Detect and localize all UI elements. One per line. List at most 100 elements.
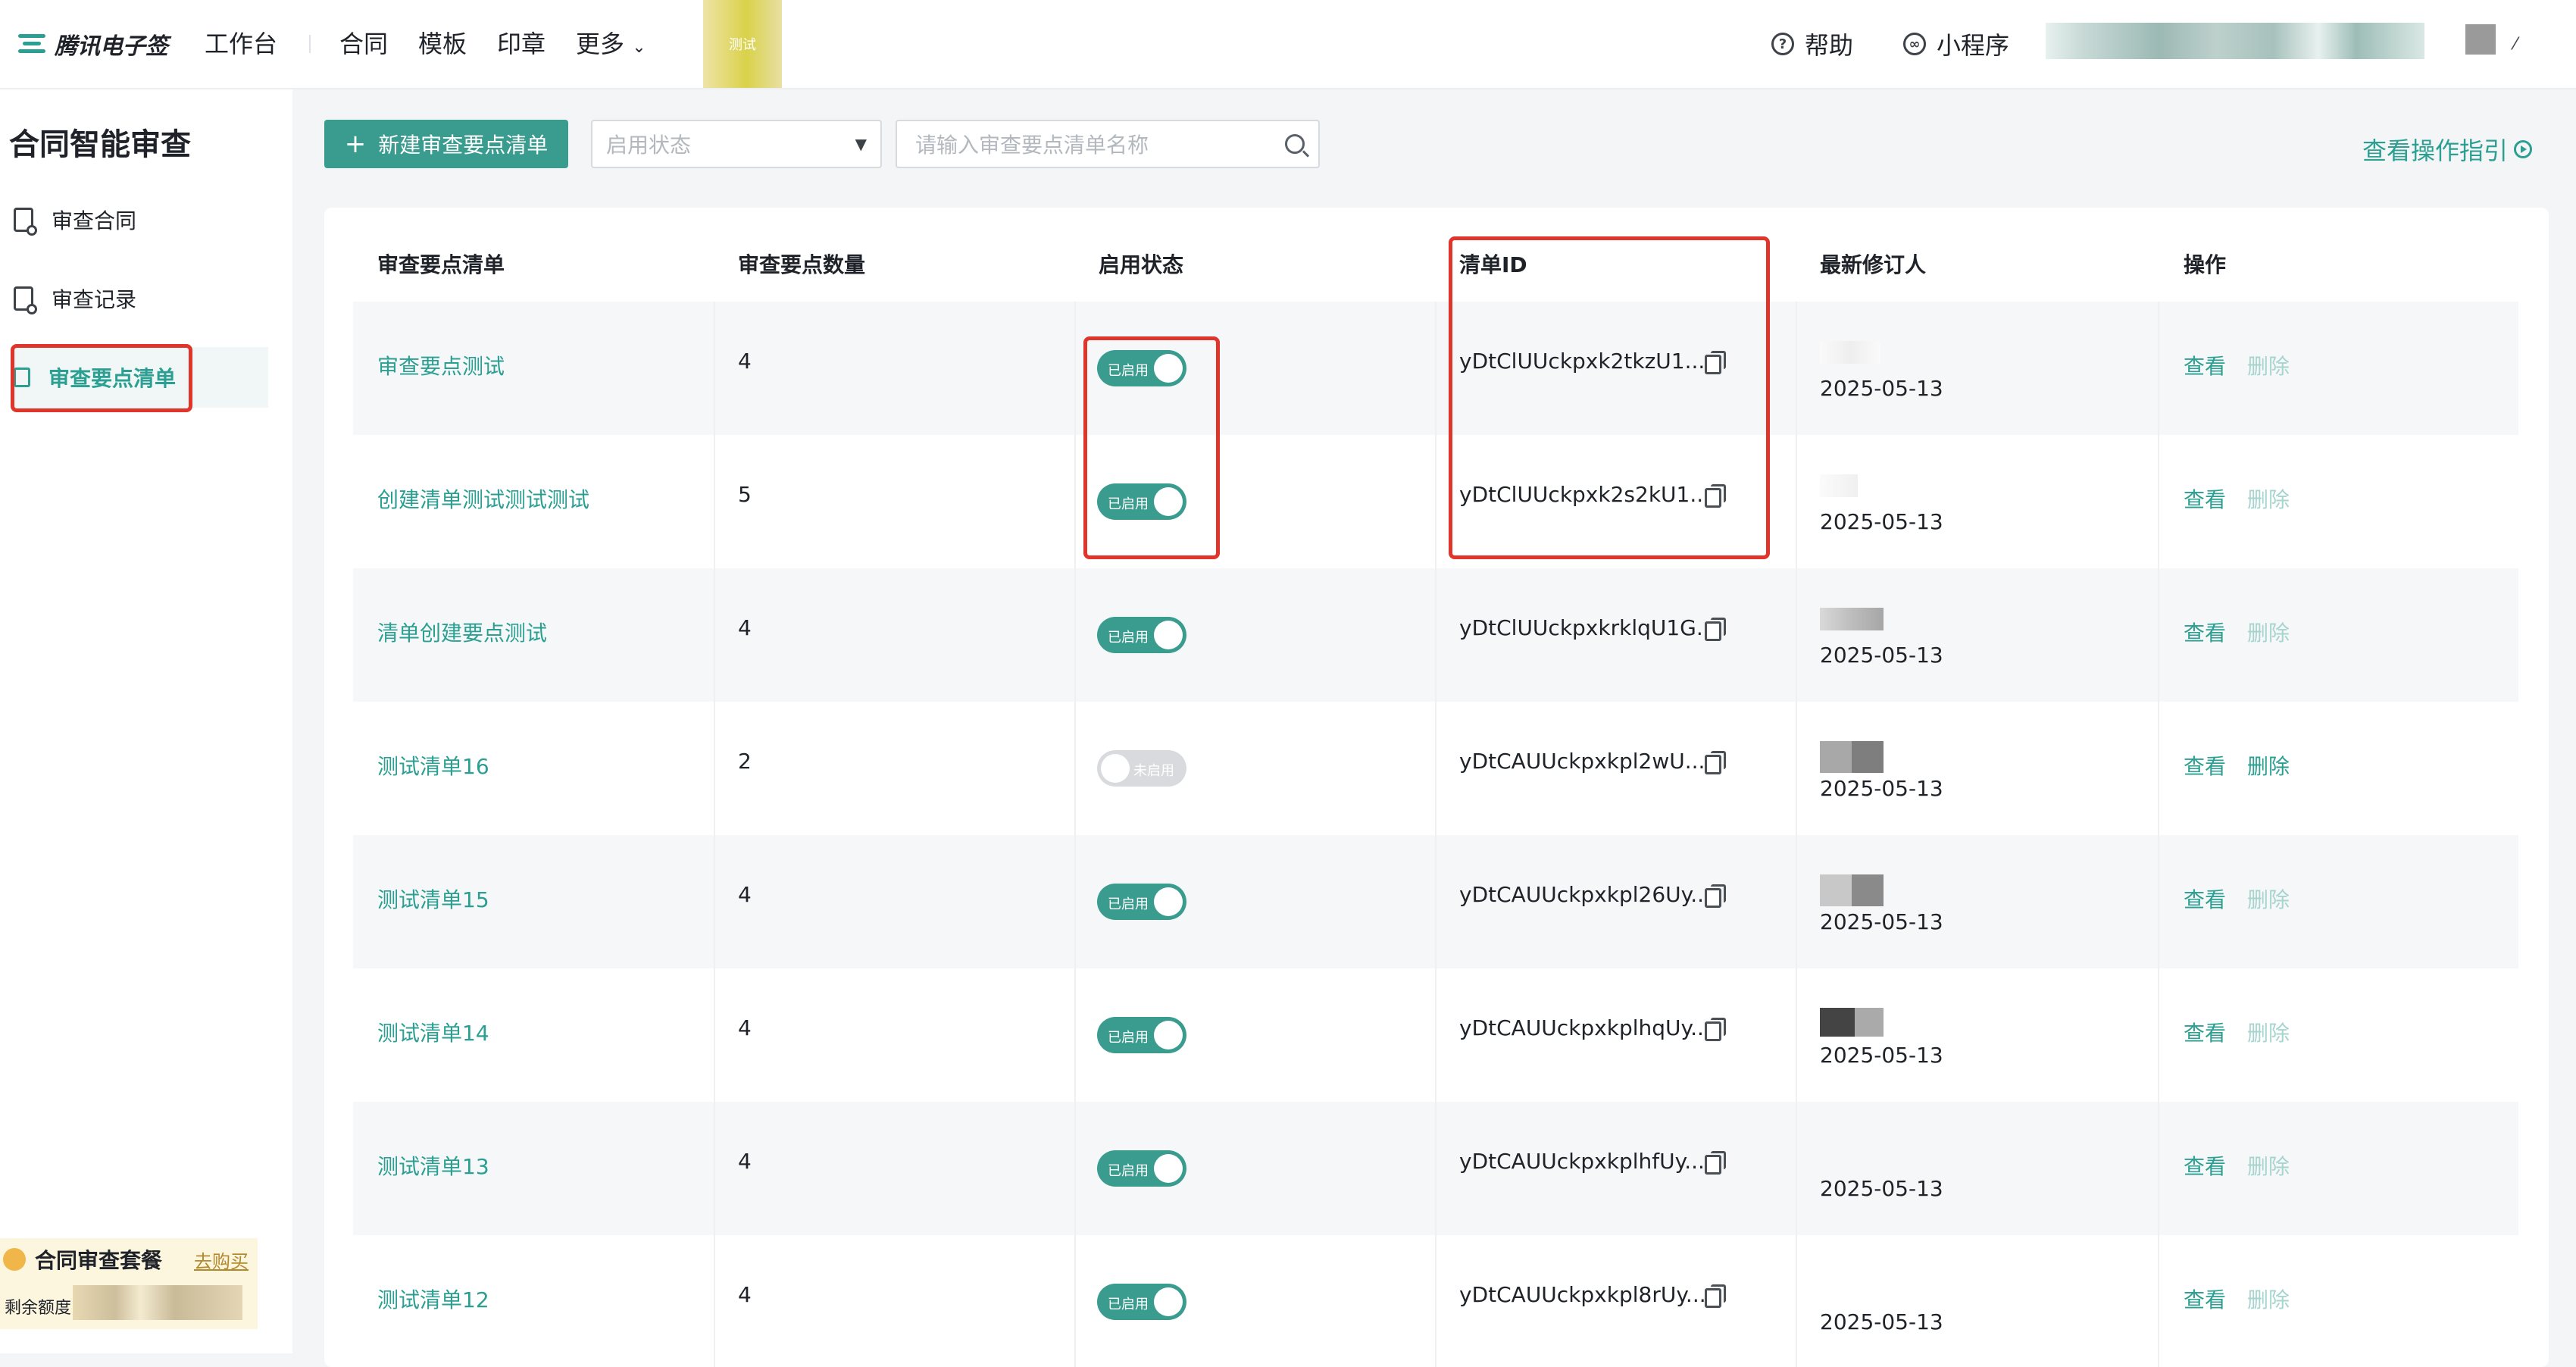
view-link[interactable]: 查看: [2184, 1150, 2226, 1181]
delete-link[interactable]: 删除: [2247, 483, 2290, 514]
checklist-id: yDtCAUUckpxkplhqUy...: [1459, 1015, 1711, 1040]
delete-link[interactable]: 删除: [2247, 350, 2290, 380]
table-row: 测试清单16 2 未启用 yDtCAUUckpxkpl2wU... 2025-05-13…: [353, 702, 2518, 835]
checklist-search-input[interactable]: 请输入审查要点清单名称: [896, 120, 1320, 168]
view-link[interactable]: 查看: [2184, 617, 2226, 647]
header-status: 启用状态: [1099, 252, 1184, 277]
blurred-organization-name[interactable]: [2046, 23, 2424, 59]
checklist-name-link[interactable]: 创建清单测试测试测试: [377, 483, 589, 514]
view-link[interactable]: 查看: [2184, 483, 2226, 514]
delete-link[interactable]: 删除: [2247, 884, 2290, 914]
view-link[interactable]: 查看: [2184, 1017, 2226, 1047]
view-link[interactable]: 查看: [2184, 350, 2226, 380]
copy-icon[interactable]: [1705, 1018, 1726, 1041]
column-divider: [714, 835, 715, 968]
checklist-name-link[interactable]: 审查要点测试: [377, 350, 505, 380]
copy-icon[interactable]: [1705, 1151, 1726, 1175]
delete-link[interactable]: 删除: [2247, 1017, 2290, 1047]
main-content: + 新建审查要点清单 启用状态 ▼ 请输入审查要点清单名称 查看操作指引 审查要…: [292, 89, 2576, 1367]
avatar[interactable]: [2465, 24, 2496, 55]
table-row: 测试清单13 4 已启用 yDtCAUUckpxkplhfUy... 2025-05-1…: [353, 1102, 2518, 1235]
copy-icon[interactable]: [1705, 618, 1726, 641]
column-divider: [1435, 302, 1436, 435]
status-toggle[interactable]: 未启用: [1097, 750, 1186, 787]
status-toggle-label: 已启用: [1108, 1163, 1149, 1179]
nav-more[interactable]: 更多 ⌄: [576, 26, 646, 66]
buy-link[interactable]: 去购买: [194, 1247, 249, 1273]
revision-date: 2025-05-13: [1820, 1309, 1943, 1334]
checklist-name-link[interactable]: 测试清单12: [377, 1284, 489, 1314]
account-dropdown-icon[interactable]: ⁄: [2514, 35, 2517, 54]
highlight-box-status: [1083, 336, 1220, 559]
copy-icon[interactable]: [1705, 884, 1726, 908]
column-divider: [2158, 435, 2159, 568]
status-toggle[interactable]: 已启用: [1097, 1017, 1186, 1053]
column-divider: [714, 702, 715, 835]
miniprogram-link[interactable]: ∞ 小程序: [1903, 26, 2009, 62]
play-circle-icon: [2514, 140, 2532, 158]
column-divider: [1796, 835, 1797, 968]
view-link[interactable]: 查看: [2184, 750, 2226, 780]
guide-link-label: 查看操作指引: [2362, 136, 2508, 165]
search-icon[interactable]: [1285, 134, 1305, 154]
blurred-reviser-name: [1820, 741, 1884, 773]
help-link[interactable]: ? 帮助: [1771, 26, 1853, 62]
column-divider: [1074, 302, 1076, 435]
status-toggle[interactable]: 已启用: [1097, 884, 1186, 920]
delete-link[interactable]: 删除: [2247, 617, 2290, 647]
column-divider: [714, 302, 715, 435]
status-toggle-label: 已启用: [1108, 896, 1149, 912]
nav-workbench[interactable]: 工作台: [205, 26, 277, 62]
status-toggle[interactable]: 已启用: [1097, 1284, 1186, 1320]
toggle-knob: [1154, 621, 1183, 649]
column-divider: [2158, 1235, 2159, 1367]
checklist-id: yDtCAUUckpxkpl2wU...: [1459, 749, 1705, 774]
nav-template[interactable]: 模板: [418, 26, 467, 62]
dropdown-arrow-icon: ▼: [855, 135, 867, 153]
view-link[interactable]: 查看: [2184, 884, 2226, 914]
checklist-name-link[interactable]: 测试清单14: [377, 1017, 489, 1047]
nav-contract[interactable]: 合同: [339, 26, 388, 62]
checklist-name-link[interactable]: 测试清单16: [377, 750, 489, 780]
column-divider: [1435, 1102, 1436, 1235]
column-divider: [1435, 968, 1436, 1102]
checklist-name-link[interactable]: 测试清单13: [377, 1150, 489, 1181]
header-actions: 操作: [2184, 252, 2227, 277]
column-divider: [1796, 1235, 1797, 1367]
logo[interactable]: 腾讯电子签: [18, 26, 168, 62]
header-point-count: 审查要点数量: [738, 252, 866, 277]
delete-link[interactable]: 删除: [2247, 750, 2290, 780]
status-toggle[interactable]: 已启用: [1097, 1150, 1186, 1187]
column-divider: [2158, 835, 2159, 968]
sidebar-item-review-contract[interactable]: 审查合同: [11, 189, 268, 250]
sidebar-item-review-records[interactable]: 审查记录: [11, 268, 268, 329]
column-divider: [1796, 302, 1797, 435]
copy-icon[interactable]: [1705, 1284, 1726, 1308]
column-divider: [2158, 568, 2159, 702]
toggle-knob: [1154, 887, 1183, 916]
column-divider: [1796, 702, 1797, 835]
column-divider: [714, 435, 715, 568]
view-link[interactable]: 查看: [2184, 1284, 2226, 1314]
point-count: 4: [738, 882, 752, 907]
checklist-name-link[interactable]: 清单创建要点测试: [377, 617, 547, 647]
delete-link[interactable]: 删除: [2247, 1284, 2290, 1314]
column-divider: [1435, 1235, 1436, 1367]
delete-link[interactable]: 删除: [2247, 1150, 2290, 1181]
column-divider: [1796, 568, 1797, 702]
nav-divider: [309, 35, 311, 53]
operation-guide-link[interactable]: 查看操作指引: [2362, 132, 2532, 167]
checklist-name-link[interactable]: 测试清单15: [377, 884, 489, 914]
column-divider: [1074, 1235, 1076, 1367]
point-count: 4: [738, 1149, 752, 1174]
column-divider: [1074, 435, 1076, 568]
column-divider: [2158, 968, 2159, 1102]
status-filter-select[interactable]: 启用状态 ▼: [591, 120, 882, 168]
status-toggle[interactable]: 已启用: [1097, 617, 1186, 653]
toggle-knob: [1101, 754, 1130, 783]
new-checklist-button[interactable]: + 新建审查要点清单: [324, 120, 568, 168]
document-icon: [14, 286, 37, 314]
copy-icon[interactable]: [1705, 751, 1726, 774]
nav-seal[interactable]: 印章: [497, 26, 546, 62]
blurred-reviser-name: [1820, 1008, 1884, 1037]
